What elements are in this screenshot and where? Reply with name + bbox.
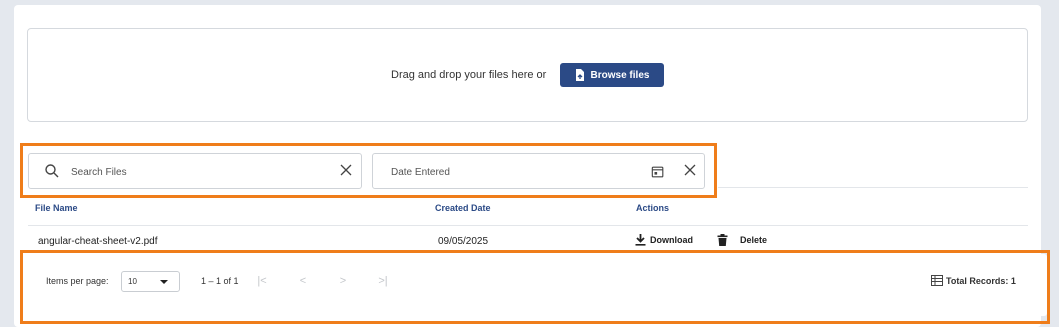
page-size-value: 10 [128, 277, 137, 286]
total-records: Total Records: 1 [931, 275, 1016, 286]
browse-files-label: Browse files [590, 69, 650, 81]
download-button[interactable]: Download [635, 234, 693, 246]
browse-files-button[interactable]: Browse files [560, 63, 664, 87]
created-date-cell: 09/05/2025 [438, 236, 489, 247]
column-header-actions: Actions [636, 203, 670, 213]
first-page-icon: |< [257, 275, 267, 287]
download-icon [635, 234, 646, 246]
next-page-button[interactable]: > [333, 271, 353, 291]
drop-zone-text: Drag and drop your files here or [391, 69, 547, 81]
table-icon [931, 275, 943, 286]
column-header-created-date: Created Date [435, 203, 491, 213]
search-icon [45, 164, 59, 178]
next-page-icon: > [339, 275, 347, 287]
chevron-down-icon [160, 280, 168, 284]
last-page-icon: >| [378, 275, 388, 287]
delete-button[interactable]: Delete [717, 234, 767, 246]
previous-page-button[interactable]: < [293, 271, 313, 291]
items-per-page-label: Items per page: [46, 276, 109, 286]
page-range-label: 1 – 1 of 1 [201, 276, 239, 286]
delete-label: Delete [740, 235, 768, 245]
column-header-file-name: File Name [35, 203, 78, 213]
header-divider [28, 225, 1028, 226]
clear-date-icon[interactable] [684, 164, 696, 176]
calendar-icon[interactable] [651, 165, 665, 179]
search-placeholder: Search Files [71, 167, 127, 178]
date-entered-field[interactable]: Date Entered [372, 153, 705, 189]
previous-page-icon: < [299, 275, 307, 287]
file-name-cell: angular-cheat-sheet-v2.pdf [38, 236, 158, 247]
first-page-button[interactable]: |< [252, 271, 272, 291]
download-label: Download [650, 235, 693, 245]
clear-search-icon[interactable] [340, 164, 352, 176]
last-page-button[interactable]: >| [373, 271, 393, 291]
date-placeholder: Date Entered [391, 167, 450, 178]
file-upload-icon [575, 69, 584, 81]
search-input[interactable]: Search Files [28, 153, 362, 189]
trash-icon [717, 234, 728, 246]
page-size-select[interactable]: 10 [121, 271, 180, 292]
total-records-label: Total Records: 1 [946, 275, 1016, 286]
divider [718, 187, 1028, 188]
